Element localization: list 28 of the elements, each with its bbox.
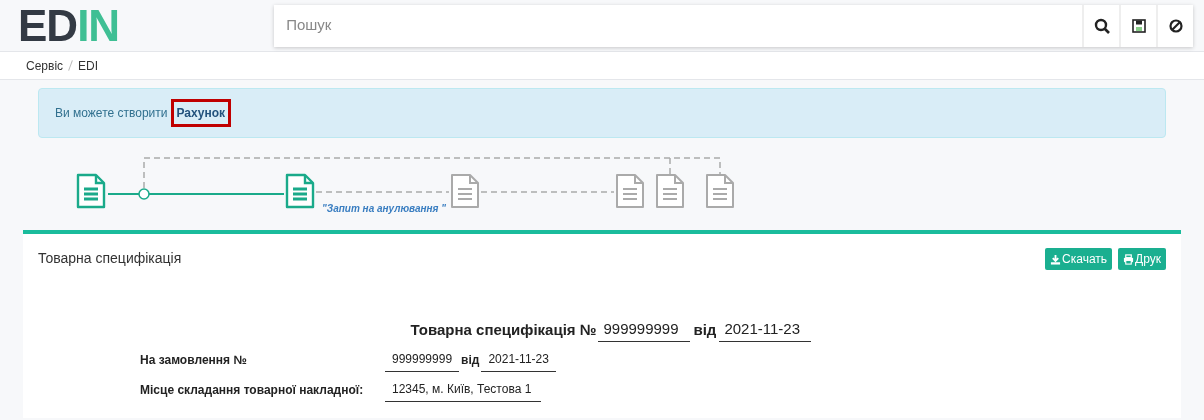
document-icon[interactable] (76, 173, 106, 209)
alert-text: Ви можете створити (55, 105, 168, 122)
breadcrumb-link[interactable]: Сервіс (26, 56, 64, 75)
breadcrumb-link[interactable]: EDI (78, 56, 99, 75)
from-label: від (461, 351, 480, 369)
document-date: 2021-11-23 (719, 318, 812, 342)
printer-icon (1123, 253, 1135, 265)
logo: EDIN (18, 3, 120, 48)
document-icon[interactable] (285, 173, 315, 209)
card-title: Товарна специфікація (38, 249, 182, 268)
search-icon (1093, 17, 1110, 34)
from-label: від (693, 320, 717, 340)
field-label: На замовлення № (140, 351, 248, 369)
download-icon (1050, 253, 1062, 265)
document-heading: Товарна специфікація № (410, 320, 597, 340)
field-value: 999999999 (385, 349, 460, 372)
field-value: 12345, м. Київ, Тестова 1 (385, 379, 541, 402)
document-icon[interactable] (615, 173, 645, 209)
field-label: Місце складання товарної накладної: (140, 381, 365, 399)
prohibited-icon (1167, 17, 1184, 34)
field-value: 2021-11-23 (481, 349, 556, 372)
document-icon[interactable] (705, 173, 735, 209)
invoice-link[interactable]: Рахунок (170, 99, 232, 127)
document-number: 999999999 (598, 318, 691, 342)
document-icon[interactable] (450, 173, 480, 209)
document-icon[interactable] (655, 173, 685, 209)
flow-label: "Запит на анулювання " (322, 202, 446, 216)
branch-node (138, 188, 150, 200)
